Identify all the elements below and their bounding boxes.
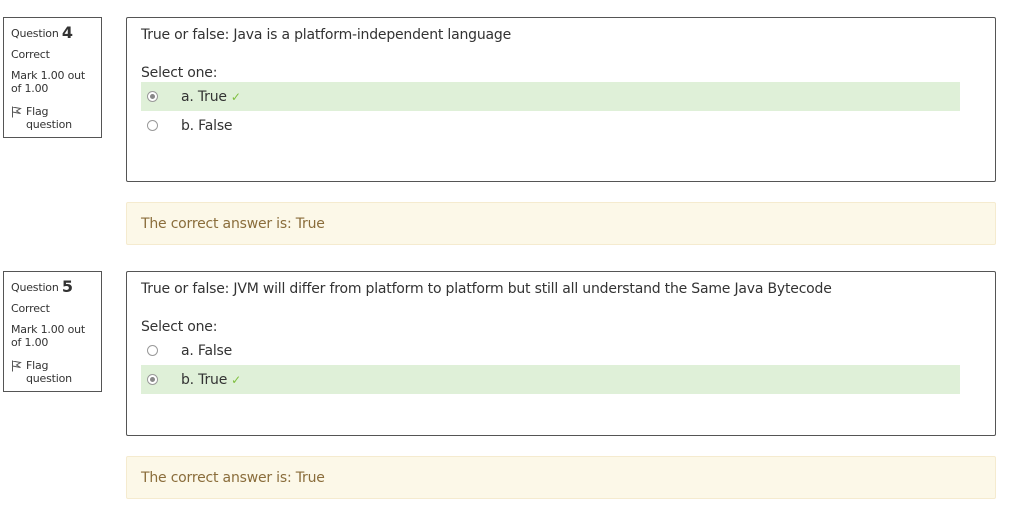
correct-answer-text: The correct answer is: True (141, 469, 325, 486)
select-prompt: Select one: (141, 65, 218, 81)
question-info-4: Question 4 Correct Mark 1.00 out of 1.00… (3, 17, 102, 138)
radio-button[interactable] (147, 345, 158, 356)
flag-question-label: Flag question (26, 359, 72, 385)
check-icon: ✓ (231, 372, 241, 387)
answer-option-b[interactable]: b. False (141, 111, 960, 140)
radio-button-checked[interactable] (147, 374, 158, 385)
flag-icon (12, 360, 22, 372)
question-label: Question (11, 281, 59, 294)
question-content-5: True or false: JVM will differ from plat… (126, 271, 996, 436)
flag-question-button[interactable]: Flag question (11, 105, 97, 131)
answer-option-b[interactable]: b. True ✓ (141, 365, 960, 394)
radio-button[interactable] (147, 120, 158, 131)
answer-label: b. False (181, 117, 233, 134)
flag-question-button[interactable]: Flag question (11, 359, 97, 385)
question-number: 4 (61, 23, 73, 42)
question-number: 5 (61, 277, 73, 296)
question-grade: Mark 1.00 out of 1.00 (11, 69, 86, 95)
question-state: Correct (11, 302, 50, 315)
correct-answer-text: The correct answer is: True (141, 215, 325, 232)
question-text: True or false: JVM will differ from plat… (141, 281, 832, 297)
answer-label: b. True (181, 371, 228, 388)
answer-label: a. True (181, 88, 227, 105)
answer-label: a. False (181, 342, 233, 359)
feedback-box: The correct answer is: True (126, 456, 996, 499)
select-prompt: Select one: (141, 319, 218, 335)
question-number-line: Question 5 (11, 277, 97, 296)
question-text: True or false: Java is a platform-indepe… (141, 27, 511, 43)
question-info-5: Question 5 Correct Mark 1.00 out of 1.00… (3, 271, 102, 392)
answer-option-a[interactable]: a. False (141, 336, 960, 365)
flag-question-label: Flag question (26, 105, 72, 131)
flag-icon (12, 106, 22, 118)
question-number-line: Question 4 (11, 23, 97, 42)
question-state: Correct (11, 48, 50, 61)
feedback-box: The correct answer is: True (126, 202, 996, 245)
question-content-4: True or false: Java is a platform-indepe… (126, 17, 996, 182)
question-label: Question (11, 27, 59, 40)
answer-option-a[interactable]: a. True ✓ (141, 82, 960, 111)
question-grade: Mark 1.00 out of 1.00 (11, 323, 86, 349)
check-icon: ✓ (230, 89, 241, 104)
radio-button-checked[interactable] (147, 91, 158, 102)
